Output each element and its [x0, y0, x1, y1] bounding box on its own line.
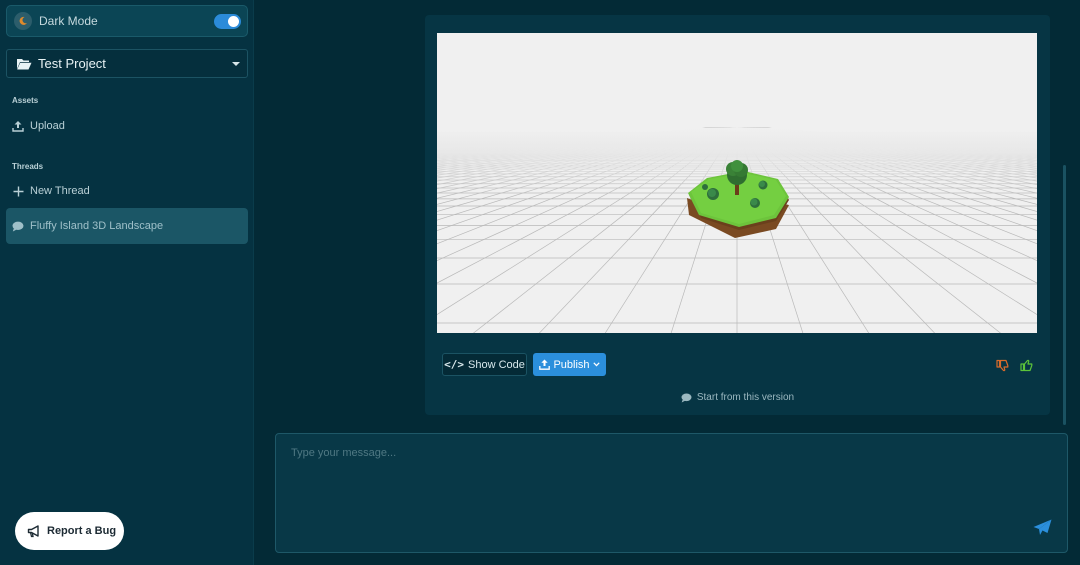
- upload-label: Upload: [30, 120, 65, 132]
- assets-section-title: Assets: [12, 96, 39, 105]
- chevron-down-icon: [592, 362, 600, 367]
- new-thread-label: New Thread: [30, 185, 90, 197]
- message-input[interactable]: [276, 434, 1067, 552]
- code-icon: </>: [444, 358, 464, 371]
- send-button[interactable]: [1032, 517, 1052, 537]
- dark-mode-label: Dark Mode: [39, 14, 98, 28]
- 3d-scene-canvas: [437, 33, 1037, 333]
- assistant-message-card: </> Show Code Publish Start from this ve…: [425, 15, 1050, 415]
- plus-icon: [12, 185, 24, 197]
- thumbs-down-icon[interactable]: [995, 358, 1009, 372]
- project-select[interactable]: Test Project: [6, 49, 248, 78]
- folder-open-icon: [16, 58, 32, 70]
- switch-knob: [228, 16, 239, 27]
- report-bug-button[interactable]: Report a Bug: [15, 512, 124, 550]
- thumbs-up-icon[interactable]: [1019, 358, 1033, 372]
- sidebar: Dark Mode Test Project Assets Upload Thr…: [0, 0, 254, 565]
- threads-section-title: Threads: [12, 162, 44, 171]
- chat-bubble-icon: [681, 393, 692, 403]
- message-composer: [275, 433, 1068, 553]
- upload-icon: [12, 120, 24, 132]
- scrollbar[interactable]: [1063, 165, 1066, 425]
- chat-bubble-icon: [12, 220, 24, 232]
- start-from-version-label: Start from this version: [696, 392, 795, 403]
- project-name: Test Project: [38, 56, 106, 71]
- upload-button[interactable]: Upload: [12, 120, 65, 132]
- 3d-preview-viewport[interactable]: [437, 33, 1037, 333]
- publish-label: Publish: [553, 358, 590, 371]
- megaphone-icon: [27, 524, 41, 538]
- dark-mode-switch[interactable]: [214, 14, 241, 29]
- start-from-version-link[interactable]: Start from this version: [425, 392, 1050, 403]
- show-code-button[interactable]: </> Show Code: [442, 353, 527, 376]
- sidebar-thread-item[interactable]: Fluffy Island 3D Landscape: [6, 208, 248, 244]
- chevron-down-icon: [232, 62, 240, 66]
- show-code-label: Show Code: [468, 358, 525, 371]
- upload-icon: [539, 359, 551, 370]
- paper-plane-icon: [1033, 519, 1052, 536]
- new-thread-button[interactable]: New Thread: [12, 185, 90, 197]
- moon-icon: [14, 12, 32, 30]
- dark-mode-toggle-row[interactable]: Dark Mode: [6, 5, 248, 37]
- publish-button[interactable]: Publish: [533, 353, 606, 376]
- report-bug-label: Report a Bug: [47, 525, 117, 537]
- thread-label: Fluffy Island 3D Landscape: [30, 220, 164, 232]
